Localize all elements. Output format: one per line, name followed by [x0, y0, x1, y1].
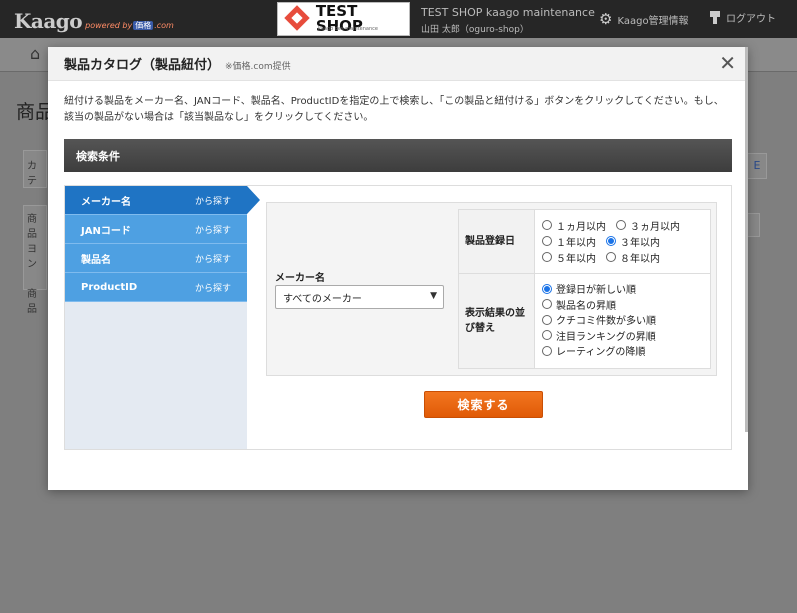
- background-right-button-2[interactable]: [747, 213, 760, 237]
- tab-jan-code[interactable]: JANコード から探す: [65, 215, 247, 244]
- radio-reg-3month[interactable]: ３ヵ月以内: [616, 218, 680, 233]
- admin-link[interactable]: ⚙ Kaago管理情報: [599, 10, 689, 28]
- radio-reg-3year[interactable]: ３年以内: [606, 234, 660, 249]
- logo-text: Kaago: [14, 9, 83, 33]
- modal-header: 製品カタログ（製品紐付） ※価格.com提供 ✕: [48, 47, 748, 81]
- modal-description: 紐付ける製品をメーカー名、JANコード、製品名、ProductIDを指定の上で検…: [64, 96, 724, 123]
- modal-scrollbar[interactable]: [745, 47, 748, 432]
- registration-date-options: １ヵ月以内 ３ヵ月以内 １年以内 ３年以内 ５年以内 ８年以内: [535, 210, 710, 273]
- tab-product-id[interactable]: ProductID から探す: [65, 273, 247, 302]
- shop-info-name: TEST SHOP kaago maintenance: [421, 6, 595, 19]
- logout-link[interactable]: ログアウト: [709, 10, 776, 25]
- radio-sort-ranking[interactable]: 注目ランキングの昇順: [542, 328, 656, 343]
- shop-logo-icon: [284, 5, 312, 33]
- radio-sort-newest[interactable]: 登録日が新しい順: [542, 281, 636, 296]
- maker-label: メーカー名: [275, 273, 325, 284]
- search-area: メーカー名 から探す JANコード から探す 製品名 から探す ProductI…: [64, 185, 732, 450]
- radio-reg-5year[interactable]: ５年以内: [542, 250, 596, 265]
- radio-reg-1month[interactable]: １ヵ月以内: [542, 218, 606, 233]
- options-table: 製品登録日 １ヵ月以内 ３ヵ月以内 １年以内 ３年以内 ５年以内 ８年以内 表示…: [458, 209, 711, 369]
- shop-info: TEST SHOP kaago maintenance 山田 太郎（oguro-…: [421, 6, 595, 35]
- kaago-logo[interactable]: Kaago powered by 価格 .com: [14, 9, 174, 33]
- shop-info-user: 山田 太郎（oguro-shop）: [421, 25, 529, 35]
- background-category-box: カテ: [23, 150, 47, 188]
- search-form: メーカー名 すべてのメーカー ▼ 製品登録日 １ヵ月以内 ３ヵ月以内 １年以内: [266, 202, 717, 376]
- search-tabs: メーカー名 から探す JANコード から探す 製品名 から探す ProductI…: [65, 186, 260, 449]
- registration-date-label: 製品登録日: [459, 210, 535, 273]
- radio-sort-reviews[interactable]: クチコミ件数が多い順: [542, 312, 656, 327]
- search-condition-header: 検索条件: [64, 139, 732, 172]
- maker-select-value: すべてのメーカー: [283, 293, 362, 305]
- search-button[interactable]: 検索する: [424, 391, 543, 418]
- close-icon[interactable]: ✕: [719, 53, 736, 73]
- top-bar: Kaago powered by 価格 .com TEST SHOP kaago d…: [0, 0, 797, 38]
- shop-banner[interactable]: TEST SHOP kaago des maintenance: [277, 2, 410, 36]
- tab-maker[interactable]: メーカー名 から探す: [65, 186, 260, 215]
- radio-reg-1year[interactable]: １年以内: [542, 234, 596, 249]
- registration-date-row: 製品登録日 １ヵ月以内 ３ヵ月以内 １年以内 ３年以内 ５年以内 ８年以内: [459, 210, 710, 274]
- logo-subtext: powered by 価格 .com: [85, 21, 174, 30]
- radio-sort-rating[interactable]: レーティングの降順: [542, 343, 645, 358]
- tab-product-name[interactable]: 製品名 から探す: [65, 244, 247, 273]
- home-icon[interactable]: ⌂: [30, 44, 40, 63]
- sort-label: 表示結果の並び替え: [459, 274, 535, 368]
- chevron-down-icon: ▼: [430, 291, 437, 301]
- radio-sort-name-asc[interactable]: 製品名の昇順: [542, 297, 616, 312]
- product-catalog-modal: 製品カタログ（製品紐付） ※価格.com提供 ✕ 紐付ける製品をメーカー名、JA…: [48, 47, 748, 490]
- logout-icon: [710, 11, 720, 24]
- shop-banner-tagline: kaago des maintenance: [318, 26, 378, 32]
- modal-title: 製品カタログ（製品紐付）: [64, 58, 221, 73]
- sort-options: 登録日が新しい順 製品名の昇順 クチコミ件数が多い順 注目ランキングの昇順 レー…: [535, 274, 710, 368]
- sort-row: 表示結果の並び替え 登録日が新しい順 製品名の昇順 クチコミ件数が多い順 注目ラ…: [459, 274, 710, 368]
- maker-select[interactable]: すべてのメーカー ▼: [275, 285, 444, 309]
- background-right-button[interactable]: E: [747, 153, 767, 179]
- gear-icon: ⚙: [599, 10, 613, 28]
- modal-title-note: ※価格.com提供: [225, 61, 291, 72]
- background-product-box: 商品ヨン 商品: [23, 205, 47, 315]
- radio-reg-8year[interactable]: ８年以内: [606, 250, 660, 265]
